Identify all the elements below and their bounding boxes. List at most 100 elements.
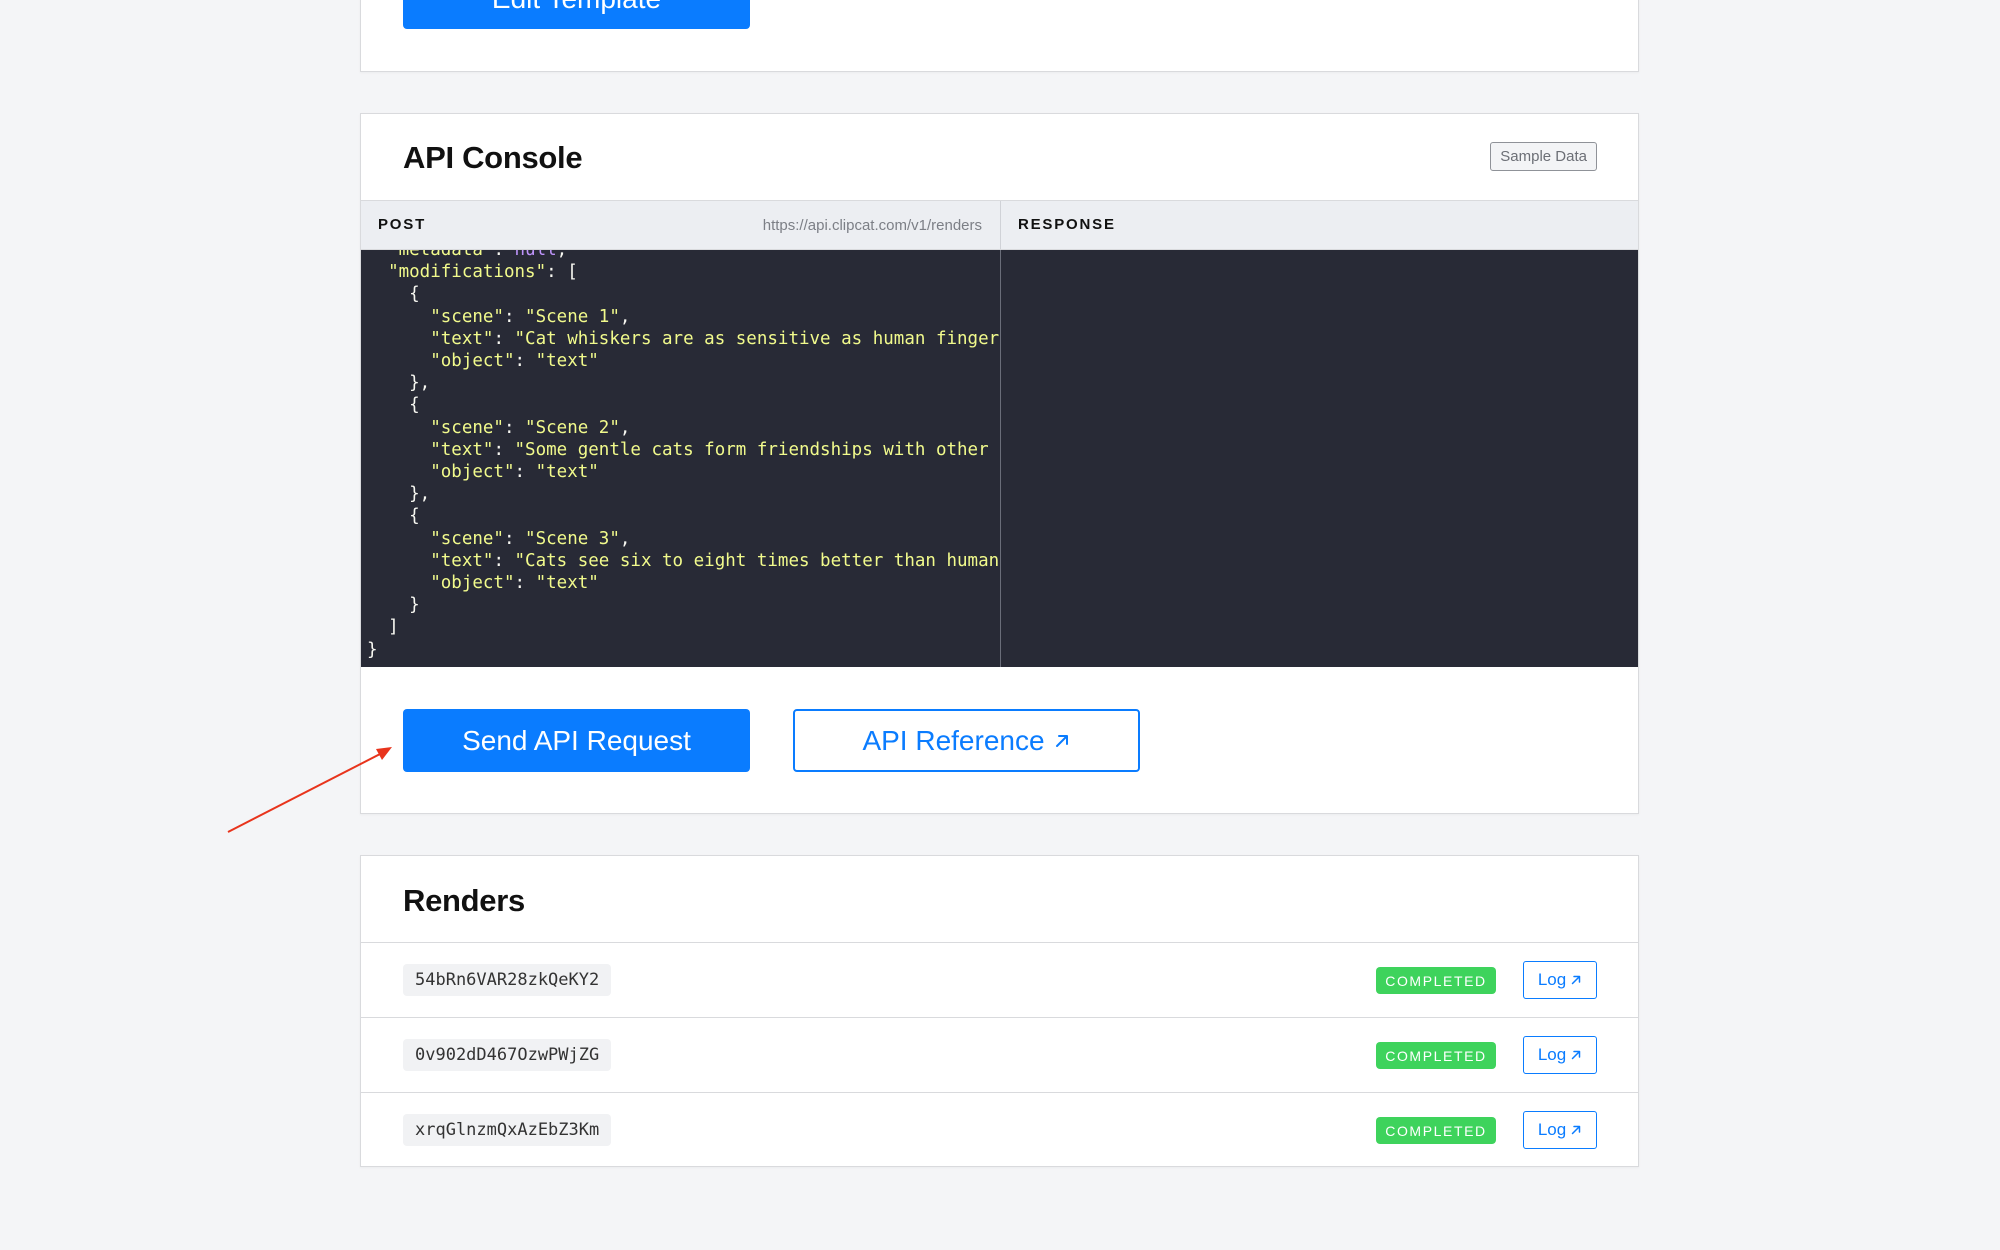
log-label: Log (1537, 1120, 1567, 1139)
renders-card: Renders 54bRn6VAR28zkQeKY2 COMPLETED Log… (360, 855, 1639, 1167)
render-id: 0v902dD467OzwPWjZG (403, 1039, 612, 1071)
code-token: : (503, 528, 526, 549)
response-pane (1001, 250, 1638, 667)
render-id: 54bRn6VAR28zkQeKY2 (403, 964, 612, 996)
code-token: "text" (367, 550, 494, 571)
post-method-label: POST (378, 216, 427, 233)
code-token: "text" (535, 351, 599, 372)
code-token: "Cats see six to eight times better than… (514, 550, 1000, 571)
code-line: "scene": "Scene 3", (367, 528, 1000, 550)
code-token: "scene" (367, 306, 504, 327)
code-token: , (619, 306, 631, 327)
request-body-editor[interactable]: "metadata": null, "modifications": [ { "… (361, 250, 1000, 667)
code-area: "metadata": null, "modifications": [ { "… (361, 250, 1638, 667)
code-line: "object": "text" (367, 461, 1000, 483)
header-divider (1000, 201, 1001, 249)
code-line: "scene": "Scene 1", (367, 306, 1000, 328)
code-line: } (367, 594, 1000, 616)
code-token: "metadata" (367, 250, 494, 260)
code-line: { (367, 283, 1000, 305)
api-console-card: API Console Sample Data POST https://api… (360, 113, 1639, 814)
log-button[interactable]: Log (1523, 1111, 1597, 1149)
code-line: } (367, 639, 1000, 661)
code-line: }, (367, 483, 1000, 505)
code-token: "text" (535, 573, 599, 594)
template-card: Edit Template (360, 0, 1639, 72)
code-line: "text": "Cat whiskers are as sensitive a… (367, 328, 1000, 350)
code-token: "text" (367, 439, 494, 460)
console-header: POST https://api.clipcat.com/v1/renders … (361, 200, 1638, 250)
code-token: ] (367, 617, 399, 638)
code-token: , (619, 417, 631, 438)
code-line: { (367, 505, 1000, 527)
external-link-icon (1571, 975, 1581, 985)
code-token: "Some gentle cats form friendships with … (514, 439, 1000, 460)
code-token: "text" (367, 328, 494, 349)
log-button[interactable]: Log (1523, 961, 1597, 999)
render-row: 54bRn6VAR28zkQeKY2 COMPLETED Log (361, 942, 1638, 1017)
code-token: : (493, 550, 515, 571)
code-line: "object": "text" (367, 350, 1000, 372)
code-token: "text" (535, 462, 599, 483)
code-token: : (503, 306, 526, 327)
code-token: : [ (546, 262, 578, 283)
code-line: "modifications": [ (367, 261, 1000, 283)
code-token: "object" (367, 462, 515, 483)
api-reference-label: API Reference (862, 724, 1045, 756)
render-row: xrqGlnzmQxAzEbZ3Km COMPLETED Log (361, 1092, 1638, 1167)
code-token: } (367, 639, 378, 660)
code-line: { (367, 394, 1000, 416)
code-line: }, (367, 372, 1000, 394)
code-line: "object": "text" (367, 572, 1000, 594)
sample-data-button[interactable]: Sample Data (1490, 142, 1597, 171)
response-label: RESPONSE (1018, 216, 1116, 233)
render-id: xrqGlnzmQxAzEbZ3Km (403, 1114, 612, 1146)
code-token: "scene" (367, 417, 504, 438)
code-token: "Scene 3" (525, 528, 620, 549)
code-token: : (503, 417, 526, 438)
code-token: , (556, 250, 568, 260)
code-token: , (619, 528, 631, 549)
code-token: : (493, 250, 515, 260)
endpoint-url: https://api.clipcat.com/v1/renders (762, 217, 982, 234)
api-reference-button[interactable]: API Reference (793, 709, 1140, 772)
status-badge: COMPLETED (1376, 1117, 1496, 1144)
renders-title: Renders (403, 883, 525, 918)
code-token: "object" (367, 351, 515, 372)
log-button[interactable]: Log (1523, 1036, 1597, 1074)
external-link-icon (1571, 1125, 1581, 1135)
code-line: "scene": "Scene 2", (367, 417, 1000, 439)
code-line: "text": "Some gentle cats form friendshi… (367, 439, 1000, 461)
code-token: { (367, 506, 420, 527)
code-line: "metadata": null, (367, 250, 1000, 261)
code-token: "Cat whiskers are as sensitive as human … (514, 328, 1000, 349)
code-token: "modifications" (367, 262, 547, 283)
code-line: ] (367, 616, 1000, 638)
code-token: { (367, 284, 420, 305)
code-token: } (367, 595, 420, 616)
code-token: }, (367, 484, 431, 505)
send-api-request-button[interactable]: Send API Request (403, 709, 750, 772)
code-token: "Scene 1" (525, 306, 620, 327)
log-label: Log (1537, 970, 1567, 989)
render-row: 0v902dD467OzwPWjZG COMPLETED Log (361, 1017, 1638, 1092)
code-token: null (514, 250, 557, 260)
request-body-code: "metadata": null, "modifications": [ { "… (367, 250, 1000, 661)
status-badge: COMPLETED (1376, 1042, 1496, 1069)
log-label: Log (1537, 1045, 1567, 1064)
external-link-icon (1055, 734, 1068, 747)
code-token: : (514, 573, 536, 594)
code-token: : (493, 439, 515, 460)
page: Edit Template API Console Sample Data PO… (0, 0, 2000, 1250)
code-token: }, (367, 373, 431, 394)
external-link-icon (1571, 1050, 1581, 1060)
code-line: "text": "Cats see six to eight times bet… (367, 550, 1000, 572)
code-token: "object" (367, 573, 515, 594)
api-console-title: API Console (403, 140, 583, 175)
code-token: "Scene 2" (525, 417, 620, 438)
edit-template-button[interactable]: Edit Template (403, 0, 750, 29)
code-token: : (514, 351, 536, 372)
status-badge: COMPLETED (1376, 967, 1496, 994)
code-token: "scene" (367, 528, 504, 549)
code-token: : (493, 328, 515, 349)
